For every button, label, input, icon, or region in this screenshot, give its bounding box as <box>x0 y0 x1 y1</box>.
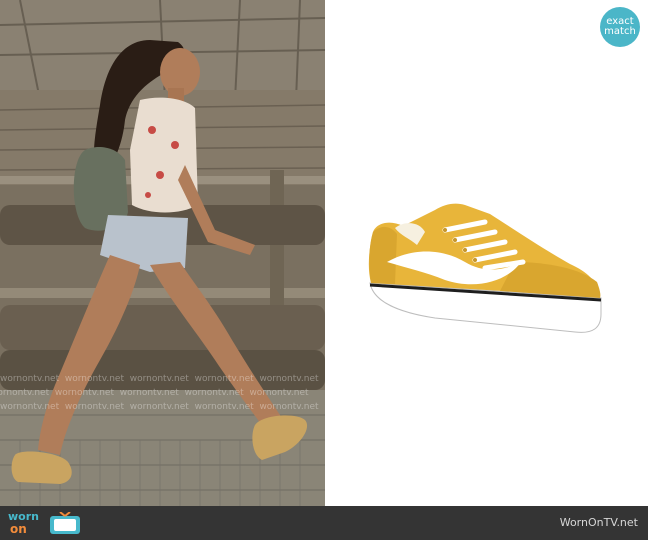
badge-line2: match <box>604 26 636 37</box>
exact-match-badge: exact match <box>600 7 640 47</box>
site-name: WornOnTV.net <box>559 516 638 529</box>
product-panel <box>325 0 648 506</box>
footer-bar: worn on WornOnTV.net <box>0 506 648 540</box>
logo-on-text: on <box>10 522 27 536</box>
sneaker-image <box>368 203 602 333</box>
watermark-row: wornontv.net wornontv.net wornontv.net w… <box>0 388 309 398</box>
scene-illustration <box>0 0 325 506</box>
watermark-row: wornontv.net wornontv.net wornontv.net w… <box>0 374 319 384</box>
tv-icon <box>50 512 80 534</box>
watermark-row: wornontv.net wornontv.net wornontv.net w… <box>0 402 319 412</box>
scene-photo: wornontv.net wornontv.net wornontv.net w… <box>0 0 325 506</box>
wornontv-logo[interactable]: worn on <box>8 510 88 538</box>
